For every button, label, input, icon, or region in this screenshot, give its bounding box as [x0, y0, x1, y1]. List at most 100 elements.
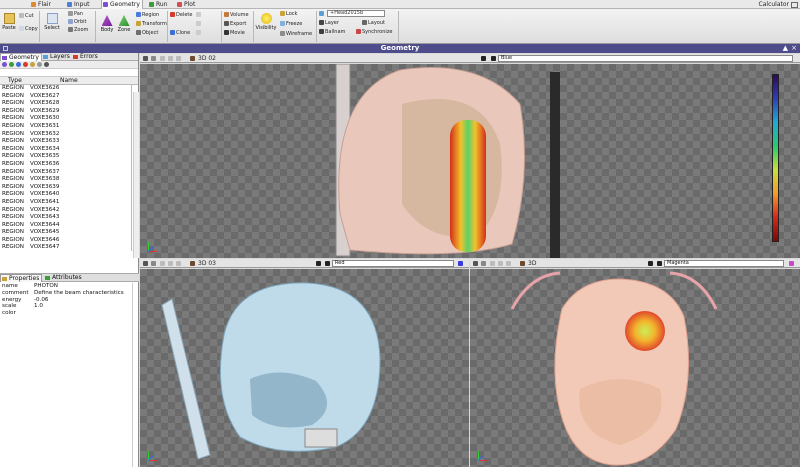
disabled-tool-1[interactable] — [196, 12, 202, 18]
viewport-layer-combo[interactable]: Magenta — [664, 260, 784, 267]
tab-layers[interactable]: Layers — [42, 53, 72, 61]
property-value[interactable]: Define the beam characteristics — [34, 290, 124, 297]
back-icon[interactable] — [490, 261, 495, 266]
forward-icon[interactable] — [498, 261, 503, 266]
transform-filter-icon[interactable] — [16, 62, 21, 67]
layer-button[interactable]: Layer — [319, 20, 339, 26]
forward-icon[interactable] — [168, 261, 173, 266]
dropdown-icon[interactable] — [316, 261, 321, 266]
layer-color-icon[interactable] — [458, 261, 463, 266]
dropdown-icon[interactable] — [481, 261, 486, 266]
tab-errors[interactable]: Errors — [72, 53, 100, 61]
filter-input[interactable] — [0, 69, 138, 77]
star-icon[interactable] — [491, 56, 496, 61]
tab-flair[interactable]: Flair — [30, 0, 51, 9]
calculator-toggle[interactable]: Calculator — [759, 0, 798, 9]
list-item[interactable]: REGION VOXE3627 — [0, 93, 131, 101]
list-item[interactable]: REGION VOXE3633 — [0, 138, 131, 146]
paste-button[interactable]: Paste — [1, 12, 17, 31]
tab-plot[interactable]: Plot — [176, 0, 195, 9]
move-icon[interactable] — [143, 261, 148, 266]
light-filter-icon[interactable] — [30, 62, 35, 67]
tab-geometry[interactable]: Geometry — [101, 0, 143, 9]
delete-button[interactable]: Delete — [170, 12, 192, 18]
region-button[interactable]: Region — [136, 12, 159, 18]
home-icon[interactable] — [506, 261, 511, 266]
home-icon[interactable] — [176, 56, 181, 61]
dropdown-icon[interactable] — [151, 56, 156, 61]
viewport-3d-03[interactable] — [140, 269, 469, 467]
list-item[interactable]: REGION VOXE3637 — [0, 169, 131, 177]
cut-button[interactable]: Cut — [19, 13, 34, 19]
list-item[interactable]: REGION VOXE3631 — [0, 123, 131, 131]
viewport-layer-combo[interactable]: Red — [332, 260, 454, 267]
dropdown-icon[interactable] — [481, 56, 486, 61]
property-value[interactable]: 1.0 — [34, 303, 43, 310]
forward-icon[interactable] — [168, 56, 173, 61]
object-button[interactable]: Object — [136, 30, 158, 36]
column-name[interactable]: Name — [60, 77, 78, 85]
select-button[interactable]: Select — [44, 12, 60, 31]
synchronize-button[interactable]: Synchronize — [356, 29, 392, 35]
property-row[interactable]: name PHOTON — [0, 283, 132, 290]
disabled-tool-2[interactable] — [196, 21, 202, 27]
orbit-button[interactable]: Orbit — [68, 19, 87, 25]
beam-filter-icon[interactable] — [37, 62, 42, 67]
list-item[interactable]: REGION VOXE3629 — [0, 108, 131, 116]
copy-button[interactable]: Copy — [19, 26, 38, 32]
export-button[interactable]: Export — [224, 21, 246, 27]
list-scrollbar[interactable] — [133, 92, 139, 258]
viewport-3d[interactable] — [470, 269, 800, 467]
viewport-3d-02[interactable] — [140, 64, 800, 258]
close-icon[interactable]: × — [791, 44, 797, 53]
home-icon[interactable] — [176, 261, 181, 266]
zoom-small-button[interactable]: Zoom — [68, 27, 88, 33]
layer-color-toggle[interactable] — [319, 11, 325, 17]
tab-geometry-list[interactable]: Geometry — [0, 53, 42, 61]
back-icon[interactable] — [160, 261, 165, 266]
clone-button[interactable]: Clone — [170, 30, 190, 36]
back-icon[interactable] — [160, 56, 165, 61]
property-value[interactable]: PHOTON — [34, 283, 58, 290]
list-item[interactable]: REGION VOXE3626 — [0, 85, 131, 93]
star-icon[interactable] — [325, 261, 330, 266]
property-row[interactable]: comment Define the beam characteristics — [0, 290, 132, 297]
list-item[interactable]: REGION VOXE3634 — [0, 146, 131, 154]
list-item[interactable]: REGION VOXE3632 — [0, 131, 131, 139]
property-row[interactable]: color — [0, 310, 132, 317]
list-item[interactable]: REGION VOXE3635 — [0, 153, 131, 161]
body-filter-icon[interactable] — [2, 62, 7, 67]
tab-run[interactable]: Run — [148, 0, 168, 9]
dropdown-icon[interactable] — [151, 261, 156, 266]
lock-button[interactable]: Lock — [280, 11, 297, 17]
property-value[interactable]: -0.06 — [34, 297, 48, 304]
list-item[interactable]: REGION VOXE3646 — [0, 237, 131, 245]
list-item[interactable]: REGION VOXE3642 — [0, 207, 131, 215]
pan-button[interactable]: Pan — [68, 11, 83, 17]
misc-filter-icon[interactable] — [44, 62, 49, 67]
list-item[interactable]: REGION VOXE3644 — [0, 222, 131, 230]
list-item[interactable]: REGION VOXE3639 — [0, 184, 131, 192]
list-item[interactable]: REGION VOXE3628 — [0, 100, 131, 108]
freeze-button[interactable]: Freeze — [280, 21, 302, 27]
list-item[interactable]: REGION VOXE3638 — [0, 176, 131, 184]
region-filter-icon[interactable] — [9, 62, 14, 67]
list-item[interactable]: REGION VOXE3641 — [0, 199, 131, 207]
star-icon[interactable] — [657, 261, 662, 266]
wireframe-button[interactable]: Wireframe — [280, 31, 312, 37]
layout-button[interactable]: Layout — [362, 20, 385, 26]
tab-properties[interactable]: Properties — [0, 274, 43, 282]
list-item[interactable]: REGION VOXE3636 — [0, 161, 131, 169]
list-item[interactable]: REGION VOXE3645 — [0, 229, 131, 237]
transform-button[interactable]: Transform — [136, 21, 167, 27]
viewport-layer-combo[interactable]: Blue — [498, 55, 793, 62]
object-filter-icon[interactable] — [23, 62, 28, 67]
list-item[interactable]: REGION VOXE3630 — [0, 115, 131, 123]
list-item[interactable]: REGION VOXE3647 — [0, 244, 131, 251]
zone-button[interactable]: Zone — [116, 14, 132, 33]
movie-button[interactable]: Movie — [224, 30, 245, 36]
volume-button[interactable]: Volume — [224, 12, 249, 18]
restore-icon[interactable]: ▲ — [783, 44, 788, 53]
layer-color-icon[interactable] — [789, 261, 794, 266]
move-icon[interactable] — [473, 261, 478, 266]
